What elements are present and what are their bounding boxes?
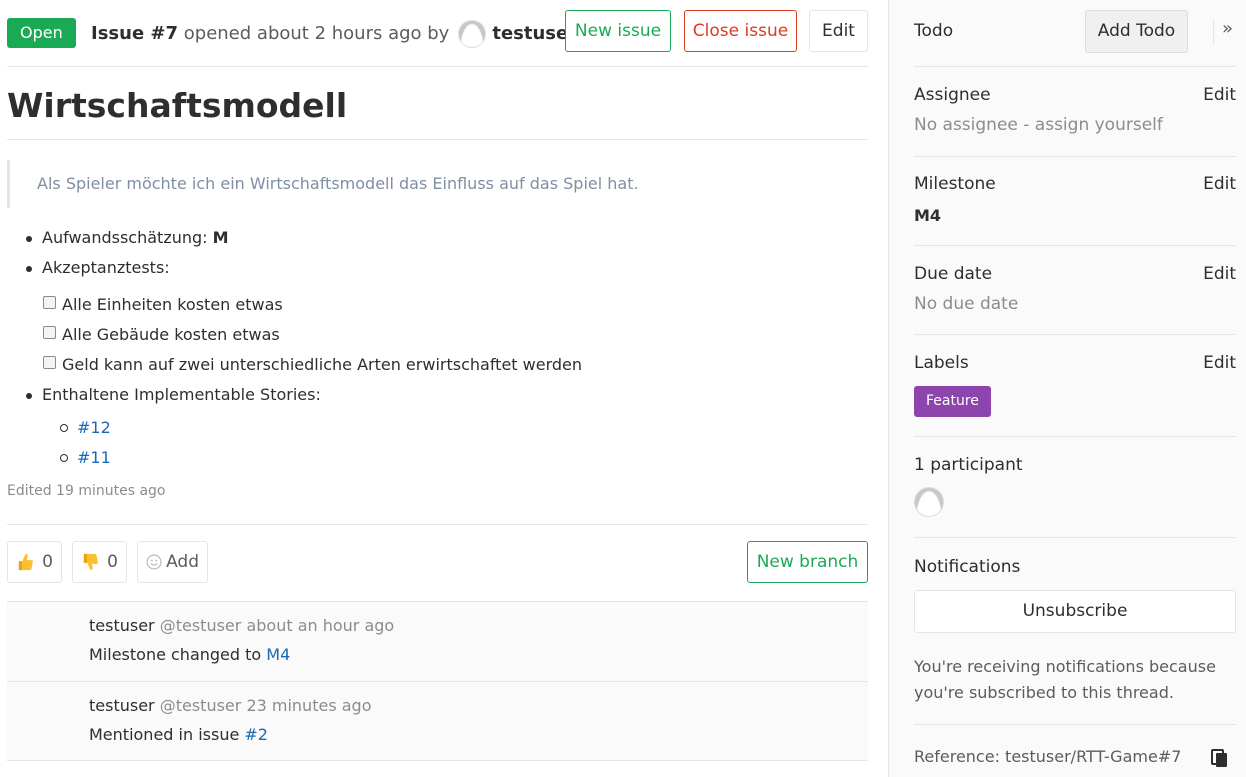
issue-link-12[interactable]: #12: [77, 418, 111, 437]
labels-edit-link[interactable]: Edit: [1203, 353, 1236, 373]
task-checkbox[interactable]: [43, 325, 56, 339]
copy-icon[interactable]: [1211, 748, 1229, 768]
system-note: testuser @testuser 23 minutes ago Mentio…: [7, 681, 868, 761]
close-issue-button[interactable]: Close issue: [684, 10, 797, 52]
task-item: Alle Gebäude kosten etwas: [43, 320, 582, 350]
thumbs-up-button[interactable]: 0: [7, 541, 62, 583]
author-avatar[interactable]: [458, 20, 487, 48]
issue-reference: Reference: testuser/RTT-Game#7: [914, 747, 1182, 766]
note-text: Mentioned in issue: [89, 725, 240, 744]
user-story-quote: Als Spieler möchte ich ein Wirtschaftsmo…: [7, 160, 868, 208]
divider: [7, 760, 868, 761]
page-title: Wirtschaftsmodell: [7, 86, 348, 125]
title-divider: [7, 139, 868, 140]
estimate-value: M: [212, 228, 229, 247]
assignee-block: Assignee Edit No assignee - assign yours…: [914, 67, 1236, 157]
assignee-edit-link[interactable]: Edit: [1203, 85, 1236, 105]
divider: [1213, 20, 1214, 44]
notifications-title: Notifications: [914, 557, 1021, 577]
participant-avatar[interactable]: [914, 487, 944, 517]
issue-ref: Issue #7: [91, 23, 179, 44]
milestone-value[interactable]: M4: [914, 206, 941, 225]
participants-block: 1 participant: [914, 437, 1236, 538]
issue-link-2[interactable]: #2: [244, 725, 268, 744]
note-handle[interactable]: @testuser: [160, 616, 242, 635]
due-date-edit-link[interactable]: Edit: [1203, 264, 1236, 284]
task-item: Alle Einheiten kosten etwas: [43, 290, 582, 320]
edit-issue-button[interactable]: Edit: [809, 10, 868, 52]
thumbs-up-icon: [18, 554, 33, 571]
note-text: Milestone changed to: [89, 645, 262, 664]
list-item: #12: [60, 417, 111, 447]
issue-sidebar: Todo Add Todo » Assignee Edit No assigne…: [888, 0, 1246, 777]
milestone-edit-link[interactable]: Edit: [1203, 174, 1236, 194]
story-links: #12 #11: [60, 417, 111, 477]
divider: [7, 524, 868, 525]
milestone-block: Milestone Edit M4: [914, 157, 1236, 246]
assignee-title: Assignee: [914, 85, 991, 105]
list-item: Akzeptanztests:: [26, 257, 842, 287]
smiley-icon: [146, 554, 162, 570]
edited-timestamp: Edited 19 minutes ago: [7, 483, 166, 499]
due-date-title: Due date: [914, 264, 993, 284]
assignee-value[interactable]: No assignee - assign yourself: [914, 115, 1163, 135]
thumbs-down-button[interactable]: 0: [72, 541, 127, 583]
thumbs-up-count: 0: [42, 552, 53, 572]
thumbs-down-count: 0: [107, 552, 118, 572]
label-feature[interactable]: Feature: [914, 386, 991, 417]
issue-link-11[interactable]: #11: [77, 448, 111, 467]
due-date-block: Due date Edit No due date: [914, 246, 1236, 335]
opened-text: opened about 2 hours ago by: [183, 23, 450, 44]
due-date-value: No due date: [914, 294, 1019, 314]
note-time[interactable]: 23 minutes ago: [246, 696, 371, 715]
new-branch-button[interactable]: New branch: [747, 541, 868, 583]
list-item: #11: [60, 447, 111, 477]
add-award-button[interactable]: Add: [137, 541, 208, 583]
milestone-link[interactable]: M4: [266, 645, 290, 664]
task-item: Geld kann auf zwei unterschiedliche Arte…: [43, 350, 582, 380]
labels-title: Labels: [914, 353, 969, 373]
task-list: Alle Einheiten kosten etwas Alle Gebäude…: [43, 290, 582, 380]
task-checkbox[interactable]: [43, 295, 56, 309]
task-checkbox[interactable]: [43, 355, 56, 369]
list-item: Aufwandsschätzung: M: [26, 227, 842, 257]
note-time[interactable]: about an hour ago: [246, 616, 394, 635]
milestone-title: Milestone: [914, 174, 996, 194]
system-note: testuser @testuser about an hour ago Mil…: [7, 601, 868, 681]
list-item: Enthaltene Implementable Stories:: [26, 384, 842, 406]
issue-main: Open Issue #7 opened about 2 hours ago b…: [7, 0, 868, 777]
add-todo-button[interactable]: Add Todo: [1085, 10, 1188, 53]
issue-header: Open Issue #7 opened about 2 hours ago b…: [7, 0, 868, 67]
new-issue-button[interactable]: New issue: [565, 10, 671, 52]
status-badge: Open: [7, 18, 76, 48]
thumbs-down-icon: [83, 553, 98, 570]
note-author[interactable]: testuser: [89, 616, 155, 635]
collapse-sidebar-icon[interactable]: »: [1222, 18, 1233, 39]
add-award-label: Add: [166, 552, 199, 572]
labels-block: Labels Edit Feature: [914, 335, 1236, 437]
notifications-text: You're receiving notifications because y…: [914, 657, 1216, 702]
notifications-block: Notifications Unsubscribe You're receivi…: [914, 538, 1236, 725]
note-author[interactable]: testuser: [89, 696, 155, 715]
participants-title: 1 participant: [914, 455, 1023, 475]
note-handle[interactable]: @testuser: [160, 696, 242, 715]
todo-label: Todo: [914, 21, 954, 41]
issue-meta: Issue #7 opened about 2 hours ago by tes…: [91, 20, 577, 48]
unsubscribe-button[interactable]: Unsubscribe: [914, 590, 1236, 633]
